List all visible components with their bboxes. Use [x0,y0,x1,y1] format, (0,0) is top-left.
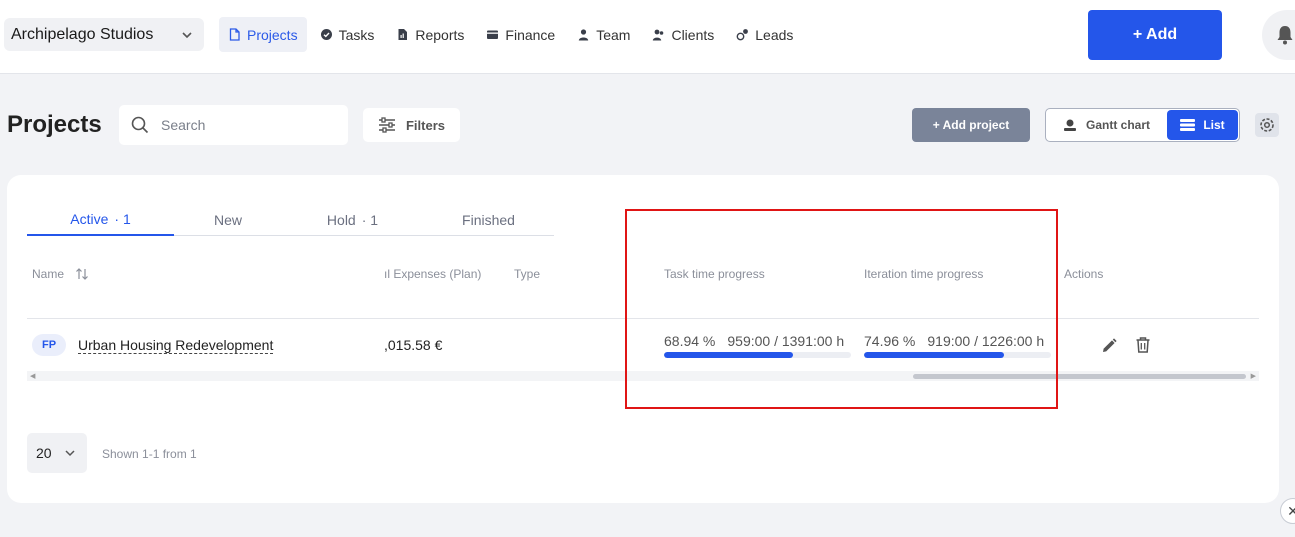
search-input[interactable] [161,117,331,133]
check-circle-icon [320,29,332,40]
gantt-chart-view-button[interactable]: Gantt chart [1046,109,1166,141]
column-header-type: Type [514,267,541,281]
nav-finance[interactable]: Finance [477,17,564,52]
list-icon [1180,119,1196,131]
people-icon [653,29,664,41]
project-type-badge: FP [32,334,66,356]
workspace-selector[interactable]: Archipelago Studios [4,18,204,51]
wallet-icon [487,30,499,39]
report-icon [398,29,408,40]
task-progress-bar [664,352,851,358]
scrollbar-thumb[interactable] [913,374,1246,379]
workspace-name: Archipelago Studios [11,25,154,43]
sort-icon[interactable] [75,268,89,280]
gear-icon [1260,118,1274,132]
delete-trash-icon[interactable] [1134,336,1152,354]
column-header-actions: Actions [1064,267,1104,281]
close-icon[interactable]: ✕ [1280,498,1295,524]
iteration-progress-bar [864,352,1051,358]
header-divider [27,318,1259,319]
project-name-link[interactable]: Urban Housing Redevelopment [78,337,274,354]
page-title: Projects [7,111,102,138]
tab-finished[interactable]: Finished [423,203,554,236]
iteration-progress-text: 74.96 % 919:00 / 1226:00 h [864,333,1045,349]
view-toggle: Gantt chart List [1045,108,1240,142]
bell-icon [1277,26,1293,45]
nav-clients[interactable]: Clients [643,17,723,52]
add-project-button[interactable]: + Add project [912,108,1030,142]
sliders-icon [378,117,395,133]
nav-team[interactable]: Team [568,17,639,52]
status-tabs: Active · 1 New Hold · 1 Finished [27,203,554,236]
nav-reports[interactable]: Reports [387,17,473,52]
document-icon [229,28,240,41]
top-navbar: Archipelago Studios Projects Tasks Repor… [0,0,1295,74]
search-icon [131,116,149,134]
edit-pencil-icon[interactable] [1100,337,1118,355]
add-button[interactable]: + Add [1088,10,1222,60]
scroll-left-arrow-icon[interactable]: ◀ [30,372,35,380]
tab-active[interactable]: Active · 1 [27,203,174,236]
filters-button[interactable]: Filters [363,108,460,142]
person-icon [579,29,589,41]
nav-leads[interactable]: Leads [727,17,802,52]
tab-new[interactable]: New [174,203,282,236]
column-header-expenses: ıl Expenses (Plan) [384,267,482,281]
pagination-info: Shown 1-1 from 1 [102,447,197,461]
gantt-icon [1063,119,1076,131]
horizontal-scrollbar[interactable]: ◀ ▶ [27,371,1259,381]
table-settings-button[interactable] [1255,113,1279,137]
chevron-down-icon [65,450,75,457]
list-view-button[interactable]: List [1167,110,1238,140]
page-size-select[interactable]: 20 [27,433,87,473]
task-progress-text: 68.94 % 959:00 / 1391:00 h [664,333,845,349]
expenses-value: ,015.58 € [384,337,443,353]
chevron-down-icon [182,32,192,39]
iteration-progress-fill [864,352,1005,358]
projects-card: Active · 1 New Hold · 1 Finished Name ıl E… [7,175,1279,503]
column-header-iteration-progress: Iteration time progress [864,267,984,281]
search-box[interactable] [119,105,348,145]
notifications-button[interactable] [1262,10,1295,60]
tab-hold[interactable]: Hold · 1 [282,203,423,236]
task-progress-fill [664,352,793,358]
main-nav: Projects Tasks Reports Finance Team Clie… [219,17,806,52]
column-header-task-progress: Task time progress [664,267,765,281]
scroll-right-arrow-icon[interactable]: ▶ [1251,372,1256,380]
leads-icon [736,29,749,41]
nav-tasks[interactable]: Tasks [311,17,384,52]
nav-projects[interactable]: Projects [219,17,307,52]
column-header-name[interactable]: Name [32,267,89,281]
